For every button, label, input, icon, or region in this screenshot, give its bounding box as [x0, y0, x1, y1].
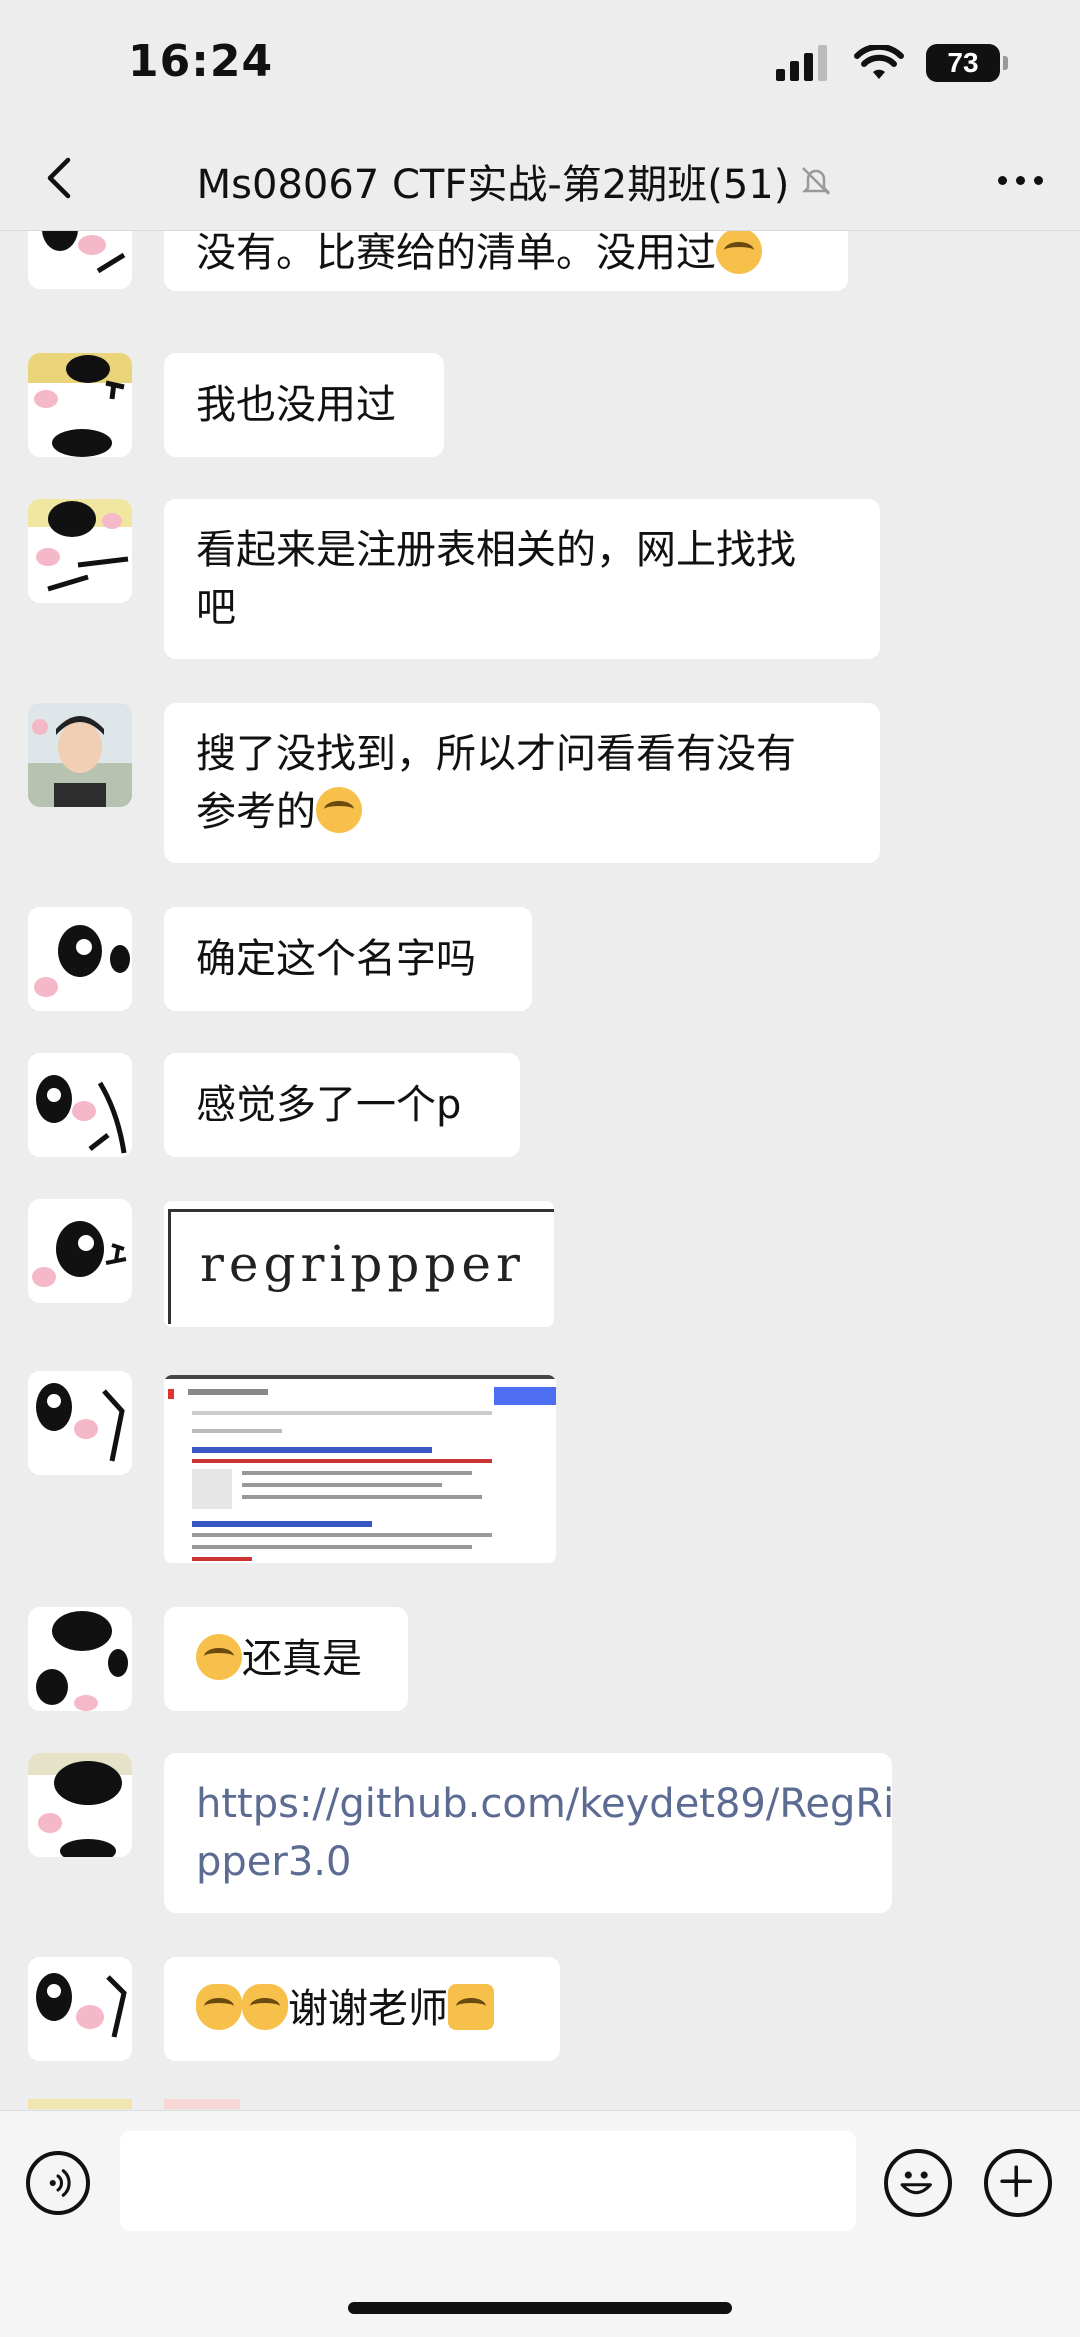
panda-avatar[interactable] [28, 1753, 132, 1857]
message-text: 还真是 [242, 1636, 362, 1682]
panda-avatar[interactable] [28, 1957, 132, 2061]
partial-bubble [164, 2099, 240, 2109]
search-results-image[interactable] [164, 1375, 556, 1563]
panda-avatar[interactable] [28, 1371, 132, 1475]
wifi-icon [854, 45, 904, 79]
dot [997, 175, 1007, 185]
message-bubble[interactable]: 搜了没找到，所以才问看看有没有 参考的 [164, 703, 880, 863]
laughing-crying-emoji-icon [316, 787, 362, 833]
chat-title-text: Ms08067 CTF实战-第2期班(51) [196, 162, 790, 208]
ok-hand-emoji-icon [196, 1984, 242, 2030]
message-list[interactable]: 没有。比赛给的清单。没用过 我也没用过 看起来是注册表相关的，网上找找 吧 搜了… [0, 231, 1080, 2109]
message-text-line: 看起来是注册表相关的，网上找找 [196, 527, 796, 573]
status-bar: 16:24 73 [0, 0, 1080, 130]
chat-title: Ms08067 CTF实战-第2期班(51) [140, 152, 890, 210]
message-text: 我也没用过 [196, 382, 396, 428]
message-bubble[interactable]: 我也没用过 [164, 353, 444, 457]
message-text: 确定这个名字吗 [196, 936, 476, 982]
message-bubble[interactable]: 感觉多了一个p [164, 1053, 520, 1157]
message-bubble[interactable]: 谢谢老师 [164, 1957, 560, 2061]
add-attachment-icon[interactable] [984, 2149, 1052, 2217]
message-text-line: 搜了没找到，所以才问看看有没有 [196, 731, 796, 777]
panda-avatar[interactable] [28, 907, 132, 1011]
image-message[interactable]: regrippper [164, 1201, 554, 1327]
emoji-picker-icon[interactable] [884, 2149, 952, 2217]
voice-input-icon[interactable] [26, 2151, 90, 2215]
dot [1015, 175, 1025, 185]
status-icons: 73 [776, 44, 1008, 82]
more-options-button[interactable] [990, 152, 1050, 208]
link-message-bubble[interactable]: https://github.com/keydet89/RegRi pper3.… [164, 1753, 894, 1913]
battery-icon: 73 [926, 44, 1008, 82]
message-bubble[interactable]: 没有。比赛给的清单。没用过 [164, 231, 848, 291]
home-indicator[interactable] [348, 2302, 732, 2314]
panda-avatar[interactable] [28, 1199, 132, 1303]
laughing-crying-emoji-icon [196, 1634, 242, 1680]
message-bubble[interactable]: 确定这个名字吗 [164, 907, 532, 1011]
panda-avatar[interactable] [28, 353, 132, 457]
back-chevron-icon[interactable] [30, 148, 90, 208]
message-text-line: 吧 [196, 585, 236, 631]
message-bubble[interactable]: 还真是 [164, 1607, 408, 1711]
chat-header: Ms08067 CTF实战-第2期班(51) [0, 130, 1080, 231]
partial-avatar [28, 2099, 132, 2109]
image-text: regrippper [200, 1235, 525, 1293]
message-text: 感觉多了一个p [196, 1082, 462, 1128]
panda-avatar[interactable] [28, 231, 132, 289]
message-input[interactable] [120, 2131, 856, 2231]
panda-avatar[interactable] [28, 1053, 132, 1157]
panda-avatar[interactable] [28, 1607, 132, 1711]
battery-level: 73 [947, 47, 979, 78]
link-text-line[interactable]: pper3.0 [196, 1833, 860, 1891]
message-text: 没有。比赛给的清单。没用过 [196, 231, 716, 276]
panda-avatar[interactable] [28, 499, 132, 603]
link-text-line[interactable]: https://github.com/keydet89/RegRi [196, 1775, 894, 1833]
dot [1033, 175, 1043, 185]
message-bubble[interactable]: 看起来是注册表相关的，网上找找 吧 [164, 499, 880, 659]
ok-hand-emoji-icon [242, 1984, 288, 2030]
user-photo-avatar[interactable] [28, 703, 132, 807]
message-text-line: 参考的 [196, 789, 316, 835]
thumbs-up-emoji-icon [448, 1984, 494, 2030]
mute-bell-icon [802, 167, 831, 195]
status-time: 16:24 [128, 36, 274, 87]
message-text: 谢谢老师 [288, 1986, 448, 2032]
laughing-crying-emoji-icon [716, 231, 762, 274]
signal-icon [776, 45, 827, 81]
